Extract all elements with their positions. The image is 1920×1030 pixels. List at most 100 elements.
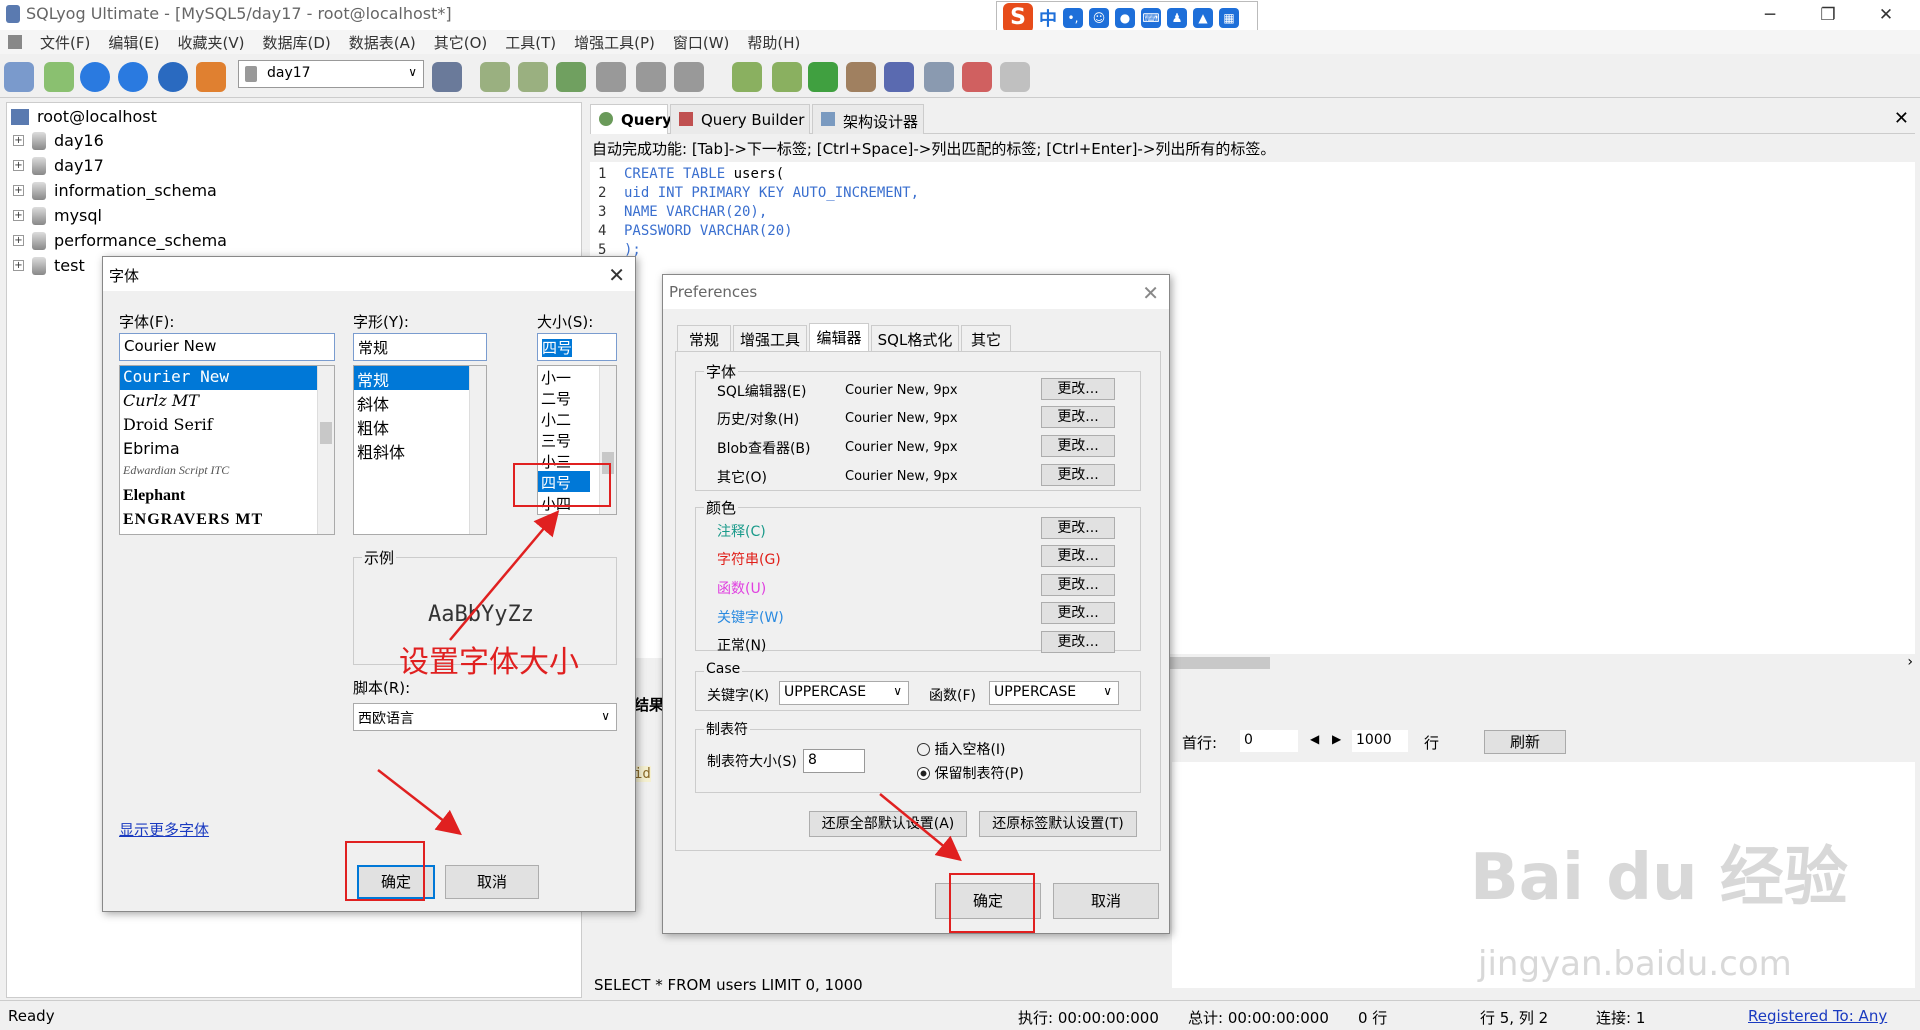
scroll-thumb[interactable] <box>320 422 332 444</box>
next-page-icon[interactable]: ▶ <box>1332 732 1341 746</box>
menu-powertools[interactable]: 增强工具(P) <box>574 32 655 53</box>
data-sync-icon[interactable] <box>772 62 802 92</box>
list-item[interactable]: 粗斜体 <box>354 438 486 462</box>
list-item[interactable]: 斜体 <box>354 390 486 414</box>
connect-icon[interactable] <box>4 62 34 92</box>
menu-help[interactable]: 帮助(H) <box>747 32 800 53</box>
import-icon[interactable] <box>556 62 586 92</box>
new-connection-icon[interactable] <box>44 62 74 92</box>
change-blob-font-button[interactable]: 更改... <box>1041 435 1115 457</box>
menu-table[interactable]: 数据表(A) <box>349 32 416 53</box>
skin-icon[interactable]: ▲ <box>1193 8 1213 28</box>
transfer-icon[interactable] <box>808 62 838 92</box>
rows-input[interactable]: 1000 <box>1352 730 1408 752</box>
style-list-scrollbar[interactable] <box>469 366 486 534</box>
report-icon[interactable] <box>962 62 992 92</box>
tab-query[interactable]: Query <box>590 104 672 134</box>
status-registered[interactable]: Registered To: Any <box>1748 1007 1887 1025</box>
tab-other[interactable]: 其它 <box>961 325 1011 351</box>
more-fonts-link[interactable]: 显示更多字体 <box>119 819 209 840</box>
expand-icon[interactable]: + <box>13 185 24 196</box>
list-item[interactable]: Courier New <box>120 366 334 390</box>
menu-edit[interactable]: 编辑(E) <box>108 32 159 53</box>
tab-editor[interactable]: 编辑器 <box>809 323 869 351</box>
tab-query-builder[interactable]: Query Builder <box>670 104 810 134</box>
grid-icon[interactable]: ▦ <box>1219 8 1239 28</box>
restore-all-defaults-button[interactable]: 还原全部默认设置(A) <box>809 811 967 837</box>
menu-favorites[interactable]: 收藏夹(V) <box>178 32 245 53</box>
keep-tabs-radio[interactable]: 保留制表符(P) <box>917 763 1024 783</box>
tab-size-input[interactable]: 8 <box>803 749 865 773</box>
list-item[interactable]: Droid Serif <box>120 414 334 438</box>
script-select[interactable]: 西欧语言 ∨ <box>353 703 617 731</box>
grid3-icon[interactable] <box>674 62 704 92</box>
change-history-font-button[interactable]: 更改... <box>1041 406 1115 428</box>
tree-item-day17[interactable]: + day17 <box>13 156 104 175</box>
list-item[interactable]: Elephant <box>120 486 334 510</box>
execute-all-icon[interactable] <box>118 62 148 92</box>
backup-icon[interactable] <box>480 62 510 92</box>
function-case-select[interactable]: UPPERCASE ∨ <box>989 681 1119 705</box>
tree-item-day16[interactable]: + day16 <box>13 131 104 150</box>
font-name-input[interactable]: Courier New <box>119 333 335 361</box>
expand-icon[interactable]: + <box>13 135 24 146</box>
punct-icon[interactable]: •, <box>1063 8 1083 28</box>
menu-window[interactable]: 窗口(W) <box>673 32 730 53</box>
expand-icon[interactable]: + <box>13 235 24 246</box>
tree-root[interactable]: root@localhost <box>11 107 157 126</box>
list-item[interactable]: 粗体 <box>354 414 486 438</box>
tab-sql-format[interactable]: SQL格式化 <box>871 325 959 351</box>
job-icon[interactable] <box>884 62 914 92</box>
font-style-input[interactable]: 常规 <box>353 333 487 361</box>
change-sql-editor-font-button[interactable]: 更改... <box>1041 378 1115 400</box>
change-normal-color-button[interactable]: 更改... <box>1041 631 1115 653</box>
stop-icon[interactable] <box>196 62 226 92</box>
change-function-color-button[interactable]: 更改... <box>1041 574 1115 596</box>
tree-item-mysql[interactable]: + mysql <box>13 206 102 225</box>
tab-power-tools[interactable]: 增强工具 <box>733 325 807 351</box>
schema-icon[interactable] <box>1000 62 1030 92</box>
mic-icon[interactable]: ● <box>1115 8 1135 28</box>
list-item[interactable]: 常规 <box>354 366 486 390</box>
insert-spaces-radio[interactable]: 插入空格(I) <box>917 739 1006 759</box>
emoji-icon[interactable]: ☺ <box>1089 8 1109 28</box>
font-style-list[interactable]: 常规 斜体 粗体 粗斜体 <box>353 365 487 535</box>
tree-item-information-schema[interactable]: + information_schema <box>13 181 217 200</box>
list-item[interactable]: Edwardian Script ITC <box>120 462 334 486</box>
ime-lang[interactable]: 中 <box>1039 5 1057 31</box>
list-item[interactable]: Ebrima <box>120 438 334 462</box>
refresh-icon[interactable] <box>158 62 188 92</box>
expand-icon[interactable]: + <box>13 160 24 171</box>
change-comment-color-button[interactable]: 更改... <box>1041 517 1115 539</box>
restore-icon[interactable] <box>518 62 548 92</box>
refresh-button[interactable]: 刷新 <box>1484 730 1566 754</box>
restore-tab-defaults-button[interactable]: 还原标签默认设置(T) <box>979 811 1137 837</box>
change-keyword-color-button[interactable]: 更改... <box>1041 602 1115 624</box>
keyword-case-select[interactable]: UPPERCASE ∨ <box>779 681 909 705</box>
tree-item-test[interactable]: + test <box>13 256 85 275</box>
keyboard-icon[interactable]: ⌨ <box>1141 8 1161 28</box>
font-cancel-button[interactable]: 取消 <box>445 865 539 899</box>
list-item[interactable]: ENGRAVERS MT <box>120 510 334 534</box>
close-window-button[interactable]: ✕ <box>1864 2 1908 28</box>
user-icon[interactable]: ♟ <box>1167 8 1187 28</box>
close-tab-icon[interactable]: ✕ <box>1894 108 1909 129</box>
grid1-icon[interactable] <box>596 62 626 92</box>
scroll-thumb[interactable] <box>1170 657 1270 669</box>
minimize-button[interactable]: ─ <box>1748 2 1792 28</box>
restore-button[interactable]: ❐ <box>1806 2 1850 28</box>
menu-tools[interactable]: 工具(T) <box>505 32 556 53</box>
tab-general[interactable]: 常规 <box>677 325 731 351</box>
tree-item-performance-schema[interactable]: + performance_schema <box>13 231 227 250</box>
menu-file[interactable]: 文件(F) <box>40 32 90 53</box>
close-icon[interactable]: ✕ <box>608 263 625 287</box>
chevron-right-icon[interactable]: › <box>1907 654 1913 670</box>
list-item[interactable]: Curlz MT <box>120 390 334 414</box>
close-icon[interactable]: ✕ <box>1142 281 1159 305</box>
prefs-cancel-button[interactable]: 取消 <box>1053 883 1159 919</box>
menu-other[interactable]: 其它(O) <box>434 32 488 53</box>
font-list-scrollbar[interactable] <box>317 366 334 534</box>
font-name-list[interactable]: Courier New Curlz MT Droid Serif Ebrima … <box>119 365 335 535</box>
prev-page-icon[interactable]: ◀ <box>1310 732 1319 746</box>
migrate-icon[interactable] <box>846 62 876 92</box>
